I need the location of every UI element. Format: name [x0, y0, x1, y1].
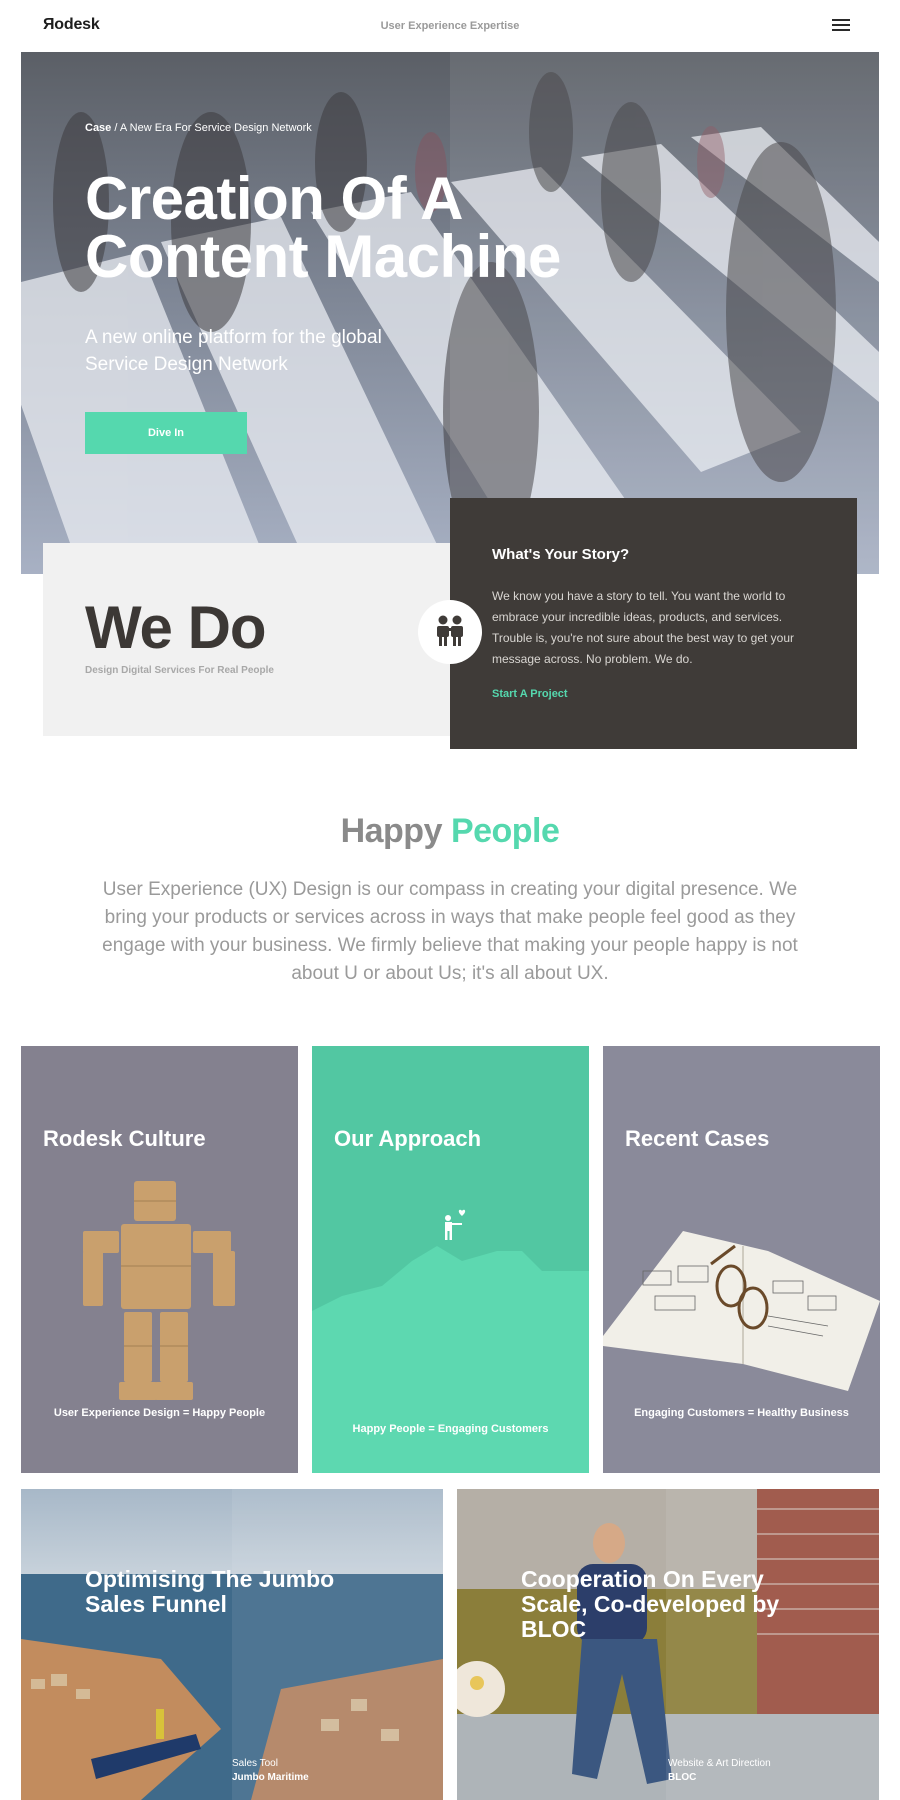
case-meta-line1: Website & Art Direction: [668, 1758, 771, 1769]
happy-people-title: Happy People: [0, 812, 900, 851]
header-tagline: User Experience Expertise: [380, 20, 520, 32]
start-project-link[interactable]: Start A Project: [492, 688, 568, 700]
card-caption: User Experience Design = Happy People: [53, 1407, 266, 1419]
card-caption: Engaging Customers = Healthy Business: [634, 1407, 849, 1419]
hero-banner[interactable]: Case / A New Era For Service Design Netw…: [21, 52, 879, 574]
breadcrumb-separator: /: [111, 122, 120, 134]
hero-title-line1: Creation Of A: [85, 165, 463, 232]
card-title[interactable]: Rodesk Culture: [43, 1126, 206, 1152]
happy-people-text: User Experience (UX) Design is our compa…: [102, 879, 798, 984]
we-do-title: We Do: [85, 594, 267, 661]
dive-in-button[interactable]: Dive In: [85, 412, 247, 454]
case-meta-line2: BLOC: [668, 1772, 697, 1783]
breadcrumb-title[interactable]: A New Era For Service Design Network: [120, 122, 312, 134]
story-panel: What's Your Story? We know you have a st…: [450, 498, 857, 749]
harbor-image: [21, 1489, 443, 1800]
card-title[interactable]: Recent Cases: [625, 1126, 769, 1152]
site-header: Яodesk User Experience Expertise: [0, 0, 900, 52]
happy-title-part2: People: [450, 812, 560, 850]
case-meta-line1: Sales Tool: [232, 1758, 278, 1769]
case-title[interactable]: Optimising The Jumbo Sales Funnel: [85, 1567, 365, 1617]
we-do-subtitle: Design Digital Services For Real People: [85, 665, 274, 676]
card-recent-cases[interactable]: Recent Cases Engaging Customers = Health…: [603, 1046, 880, 1473]
case-title[interactable]: Cooperation On Every Scale, Co-developed…: [521, 1567, 801, 1642]
case-jumbo[interactable]: Optimising The Jumbo Sales Funnel Sales …: [21, 1489, 443, 1800]
breadcrumb-case[interactable]: Case: [85, 122, 111, 134]
case-bloc[interactable]: Cooperation On Every Scale, Co-developed…: [457, 1489, 879, 1800]
case-meta: Website & Art Direction BLOC: [668, 1757, 771, 1785]
story-title: What's Your Story?: [492, 546, 630, 563]
card-caption: Happy People = Engaging Customers: [352, 1423, 549, 1435]
card-title[interactable]: Our Approach: [334, 1126, 481, 1152]
mountain-illustration: [312, 1046, 589, 1473]
hero-title-line2: Content Machine: [85, 223, 561, 290]
case-meta-line2: Jumbo Maritime: [232, 1772, 309, 1783]
case-meta: Sales Tool Jumbo Maritime: [232, 1757, 309, 1785]
happy-title-part1: Happy: [340, 812, 451, 850]
we-do-panel: We Do Design Digital Services For Real P…: [43, 543, 451, 736]
breadcrumb[interactable]: Case / A New Era For Service Design Netw…: [85, 122, 312, 134]
people-icon: [418, 600, 482, 664]
menu-icon[interactable]: [832, 19, 850, 33]
hero-title: Creation Of A Content Machine: [85, 165, 645, 290]
man-on-sofa-image: [457, 1489, 879, 1800]
story-text: We know you have a story to tell. You wa…: [492, 589, 795, 666]
card-rodesk-culture[interactable]: Rodesk Culture User Experience Design = …: [21, 1046, 298, 1473]
hero-subtitle: A new online platform for the global Ser…: [85, 327, 382, 375]
card-our-approach[interactable]: Our Approach Happy People = Engaging Cus…: [312, 1046, 589, 1473]
